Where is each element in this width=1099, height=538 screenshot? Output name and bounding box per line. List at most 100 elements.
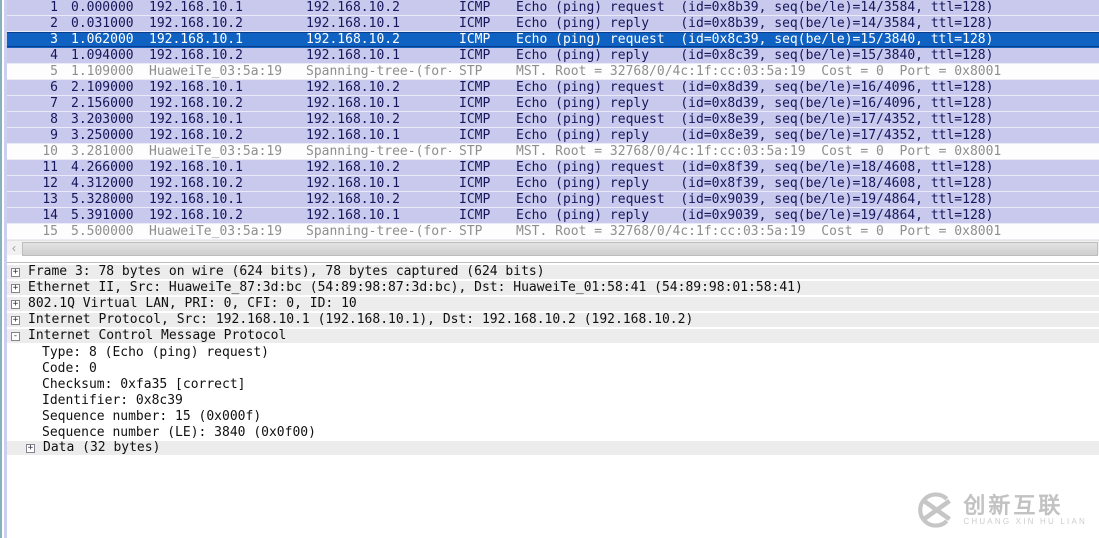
packet-time: 3.203000: [71, 112, 134, 127]
packet-protocol: ICMP: [459, 80, 491, 95]
packet-info: MST. Root = 32768/0/4c:1f:cc:03:5a:19 Co…: [516, 64, 1002, 79]
packet-no: 1: [50, 0, 58, 15]
packet-protocol: ICMP: [459, 48, 491, 63]
expander-icon[interactable]: +: [26, 443, 35, 453]
packet-destination: 192.168.10.1: [306, 128, 400, 143]
packet-row[interactable]: 1 0.000000 192.168.10.1 192.168.10.2 ICM…: [7, 0, 1099, 16]
detail-row[interactable]: Sequence number: 15 (0x000f): [7, 409, 1099, 425]
detail-text: Ethernet II, Src: HuaweiTe_87:3d:bc (54:…: [28, 280, 803, 295]
packet-info: Echo (ping) request (id=0x8e39, seq(be/l…: [516, 112, 994, 127]
packet-row[interactable]: 9 3.250000 192.168.10.2 192.168.10.1 ICM…: [7, 128, 1099, 144]
packet-info: Echo (ping) request (id=0x8d39, seq(be/l…: [516, 80, 994, 95]
detail-text: Checksum: 0xfa35 [correct]: [42, 377, 246, 392]
detail-row[interactable]: + Data (32 bytes): [7, 441, 1099, 457]
detail-row[interactable]: + 802.1Q Virtual LAN, PRI: 0, CFI: 0, ID…: [7, 297, 1099, 313]
packet-no: 2: [50, 16, 58, 31]
packet-source: HuaweiTe_03:5a:19: [149, 224, 283, 239]
packet-time: 2.156000: [71, 96, 134, 111]
packet-protocol: ICMP: [459, 160, 491, 175]
packet-destination: 192.168.10.2: [306, 80, 400, 95]
detail-row[interactable]: Checksum: 0xfa35 [correct]: [7, 377, 1099, 393]
packet-row[interactable]: 14 5.391000 192.168.10.2 192.168.10.1 IC…: [7, 208, 1099, 224]
packet-protocol: STP: [459, 144, 483, 159]
packet-row[interactable]: 15 5.500000 HuaweiTe_03:5a:19 Spanning-t…: [7, 224, 1099, 240]
expander-icon[interactable]: +: [11, 267, 20, 277]
expander-icon[interactable]: -: [11, 331, 20, 341]
packet-protocol: ICMP: [459, 192, 491, 207]
scrollbar-thumb[interactable]: [22, 242, 1098, 256]
packet-no: 4: [50, 48, 58, 63]
packet-time: 4.312000: [71, 176, 134, 191]
packet-no: 3: [50, 32, 58, 47]
packet-info: Echo (ping) reply (id=0x8d39, seq(be/le)…: [516, 96, 994, 111]
packet-destination: 192.168.10.2: [306, 112, 400, 127]
packet-row[interactable]: 2 0.031000 192.168.10.2 192.168.10.1 ICM…: [7, 16, 1099, 32]
packet-info: Echo (ping) reply (id=0x8c39, seq(be/le)…: [516, 48, 994, 63]
packet-no: 5: [50, 64, 58, 79]
packet-row[interactable]: 6 2.109000 192.168.10.1 192.168.10.2 ICM…: [7, 80, 1099, 96]
packet-protocol: ICMP: [459, 32, 491, 47]
packet-row[interactable]: 3 1.062000 192.168.10.1 192.168.10.2 ICM…: [7, 32, 1099, 48]
packet-time: 1.062000: [71, 32, 134, 47]
packet-time: 0.000000: [71, 0, 134, 15]
detail-text: Data (32 bytes): [43, 440, 161, 455]
expander-icon[interactable]: +: [11, 299, 20, 309]
detail-text: Code: 0: [42, 361, 97, 376]
packet-row[interactable]: 8 3.203000 192.168.10.1 192.168.10.2 ICM…: [7, 112, 1099, 128]
packet-source: HuaweiTe_03:5a:19: [149, 64, 283, 79]
detail-text: Identifier: 0x8c39: [42, 393, 183, 408]
detail-text: Internet Protocol, Src: 192.168.10.1 (19…: [28, 312, 694, 327]
packet-info: Echo (ping) reply (id=0x8e39, seq(be/le)…: [516, 128, 994, 143]
expander-icon[interactable]: +: [11, 283, 20, 293]
detail-row[interactable]: Sequence number (LE): 3840 (0x0f00): [7, 425, 1099, 441]
packet-row[interactable]: 10 3.281000 HuaweiTe_03:5a:19 Spanning-t…: [7, 144, 1099, 160]
packet-time: 5.391000: [71, 208, 134, 223]
detail-row[interactable]: Code: 0: [7, 361, 1099, 377]
packet-destination: 192.168.10.2: [306, 32, 400, 47]
packet-row[interactable]: 11 4.266000 192.168.10.1 192.168.10.2 IC…: [7, 160, 1099, 176]
watermark: 创新互联 CHUANG XIN HU LIAN: [912, 488, 1087, 532]
packet-destination: Spanning-tree-(for-: [306, 144, 451, 159]
packet-info: Echo (ping) reply (id=0x8f39, seq(be/le)…: [516, 176, 994, 191]
detail-text: Frame 3: 78 bytes on wire (624 bits), 78…: [28, 264, 545, 279]
scroll-left-arrow-icon[interactable]: ‹: [7, 241, 21, 256]
packet-destination: 192.168.10.2: [306, 192, 400, 207]
packet-info: Echo (ping) reply (id=0x8b39, seq(be/le)…: [516, 16, 994, 31]
watermark-subtitle: CHUANG XIN HU LIAN: [963, 517, 1087, 526]
packet-info: MST. Root = 32768/0/4c:1f:cc:03:5a:19 Co…: [516, 144, 1002, 159]
packet-time: 5.328000: [71, 192, 134, 207]
detail-row[interactable]: + Frame 3: 78 bytes on wire (624 bits), …: [7, 265, 1099, 281]
detail-text: Sequence number: 15 (0x000f): [42, 409, 262, 424]
packet-destination: 192.168.10.1: [306, 16, 400, 31]
detail-text: Type: 8 (Echo (ping) request): [42, 345, 269, 360]
detail-row[interactable]: Identifier: 0x8c39: [7, 393, 1099, 409]
expander-icon[interactable]: +: [11, 315, 20, 325]
detail-row[interactable]: - Internet Control Message Protocol: [7, 329, 1099, 345]
packet-time: 3.281000: [71, 144, 134, 159]
detail-row[interactable]: + Internet Protocol, Src: 192.168.10.1 (…: [7, 313, 1099, 329]
packet-time: 2.109000: [71, 80, 134, 95]
packet-destination: 192.168.10.1: [306, 48, 400, 63]
packet-destination: 192.168.10.2: [306, 160, 400, 175]
packet-no: 6: [50, 80, 58, 95]
packet-row[interactable]: 13 5.328000 192.168.10.1 192.168.10.2 IC…: [7, 192, 1099, 208]
packet-info: Echo (ping) request (id=0x8c39, seq(be/l…: [516, 32, 994, 47]
packet-destination: Spanning-tree-(for-: [306, 224, 451, 239]
packet-no: 12: [42, 176, 58, 191]
packet-list-hscrollbar[interactable]: ‹: [7, 240, 1099, 256]
packet-no: 9: [50, 128, 58, 143]
packet-source: 192.168.10.2: [149, 16, 243, 31]
packet-no: 7: [50, 96, 58, 111]
packet-info: Echo (ping) reply (id=0x9039, seq(be/le)…: [516, 208, 994, 223]
detail-row[interactable]: + Ethernet II, Src: HuaweiTe_87:3d:bc (5…: [7, 281, 1099, 297]
detail-text: Sequence number (LE): 3840 (0x0f00): [42, 425, 316, 440]
packet-no: 11: [42, 160, 58, 175]
detail-row[interactable]: Type: 8 (Echo (ping) request): [7, 345, 1099, 361]
packet-row[interactable]: 4 1.094000 192.168.10.2 192.168.10.1 ICM…: [7, 48, 1099, 64]
packet-info: MST. Root = 32768/0/4c:1f:cc:03:5a:19 Co…: [516, 224, 1002, 239]
packet-row[interactable]: 5 1.109000 HuaweiTe_03:5a:19 Spanning-tr…: [7, 64, 1099, 80]
packet-no: 14: [42, 208, 58, 223]
packet-source: 192.168.10.1: [149, 160, 243, 175]
packet-row[interactable]: 7 2.156000 192.168.10.2 192.168.10.1 ICM…: [7, 96, 1099, 112]
packet-row[interactable]: 12 4.312000 192.168.10.2 192.168.10.1 IC…: [7, 176, 1099, 192]
